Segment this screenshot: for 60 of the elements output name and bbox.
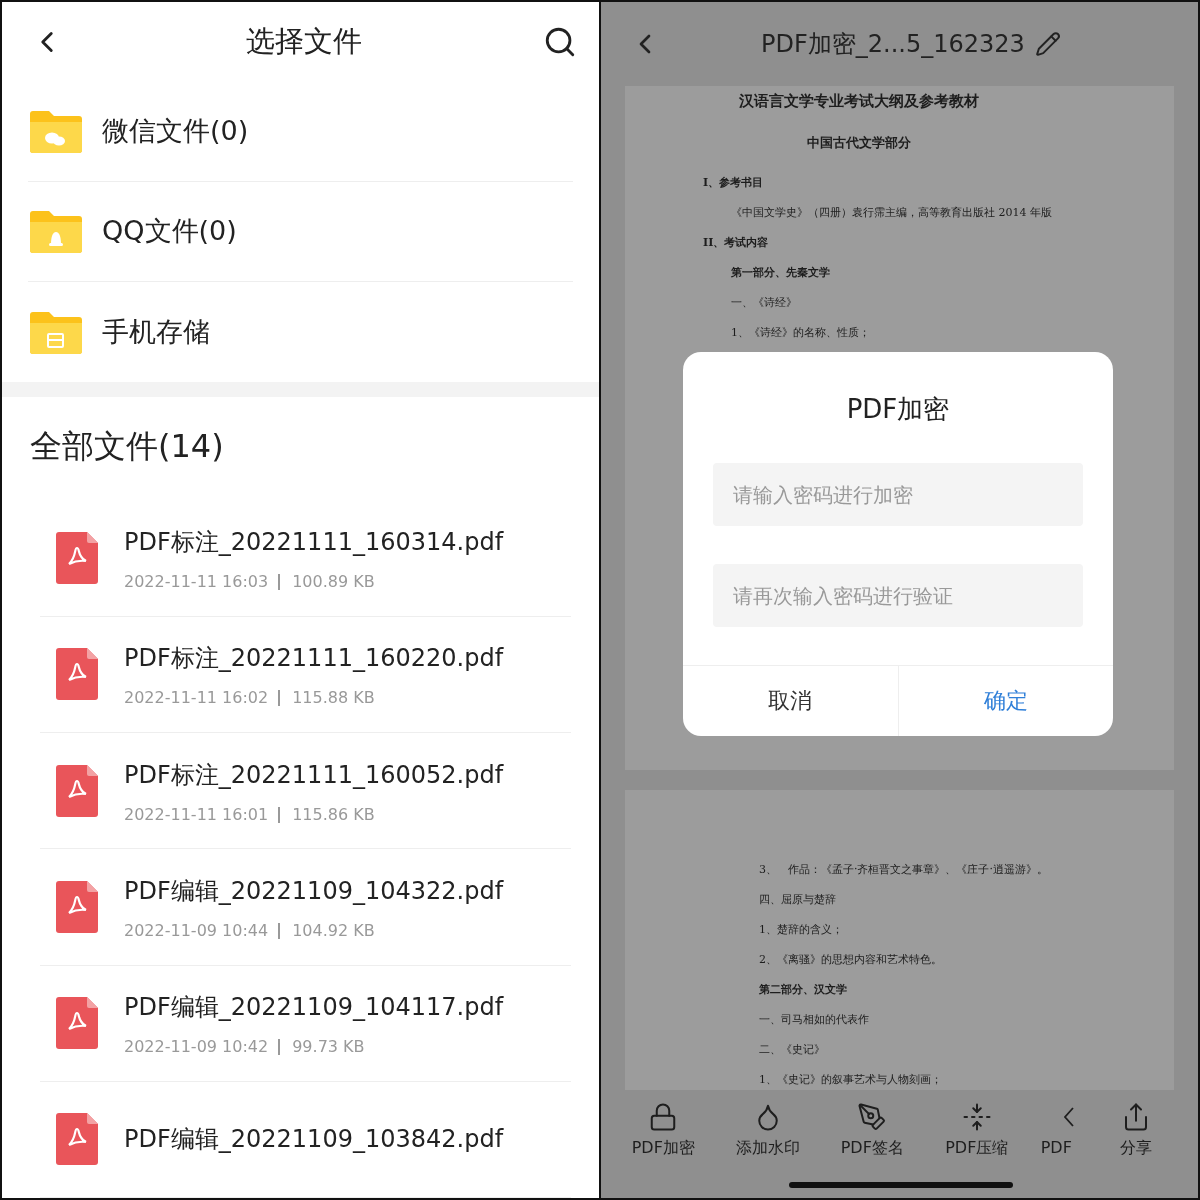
pdf-file-icon — [56, 880, 98, 933]
pen-icon — [857, 1102, 888, 1132]
document-text: 一、司马相如的代表作 — [759, 1012, 869, 1027]
document-text: 第二部分、汉文学 — [759, 982, 847, 997]
file-size: 104.92 KB — [292, 922, 375, 939]
folder-icon — [28, 208, 84, 255]
folder-item[interactable]: 微信文件(0) — [102, 112, 249, 149]
document-title: PDF加密_2...5_162323 — [761, 29, 1025, 60]
document-text: 中国古代文学部分 — [806, 134, 911, 152]
dialog-title: PDF加密 — [846, 393, 950, 426]
pdf-file-icon — [56, 997, 98, 1050]
file-date: 2022-11-11 16:03 — [124, 574, 281, 591]
document-text: 2、《离骚》的思想内容和艺术特色。 — [759, 952, 942, 967]
document-text: 四、屈原与楚辞 — [759, 892, 836, 907]
pdf-file-icon — [56, 648, 98, 701]
file-date: 2022-11-09 10:42 — [124, 1039, 281, 1056]
file-name[interactable]: PDF编辑_20221109_104322.pdf — [124, 874, 504, 907]
document-text: 1、楚辞的含义； — [759, 922, 843, 937]
file-name[interactable]: PDF标注_20221111_160220.pdf — [124, 642, 504, 675]
document-text: I、参考书目 — [703, 175, 764, 190]
file-size: 100.89 KB — [292, 574, 375, 591]
file-size: 115.86 KB — [292, 806, 375, 823]
toolbar-button[interactable]: 分享 — [1090, 1102, 1181, 1198]
confirm-button[interactable]: 确定 — [897, 666, 1113, 736]
pdf-file-icon — [56, 764, 98, 817]
file-date: 2022-11-11 16:01 — [124, 806, 281, 823]
folder-item[interactable]: QQ文件(0) — [102, 213, 237, 250]
file-name[interactable]: PDF编辑_20221109_104117.pdf — [124, 991, 504, 1024]
document-text: 《中国文学史》（四册）袁行霈主编，高等教育出版社 2014 年版 — [731, 205, 1052, 220]
compress-icon — [961, 1102, 992, 1132]
toolbar-button[interactable]: PDF压缩 — [931, 1102, 1022, 1198]
file-name[interactable]: PDF编辑_20221109_103842.pdf — [124, 1123, 504, 1156]
document-text: 1、《史记》的叙事艺术与人物刻画； — [759, 1072, 942, 1087]
section-title: 全部文件(14) — [29, 425, 225, 467]
toolbar-button[interactable]: 添加水印 — [722, 1102, 813, 1198]
pdf-file-icon — [56, 532, 98, 585]
password-field[interactable]: 请输入密码进行加密 — [713, 463, 1083, 527]
edit-icon[interactable] — [1034, 31, 1061, 57]
chevron-icon — [1064, 1107, 1075, 1127]
toolbar-button[interactable]: PDF签名 — [827, 1102, 918, 1198]
password-field[interactable]: 请再次输入密码进行验证 — [713, 564, 1083, 628]
file-date: 2022-11-09 10:44 — [124, 922, 281, 939]
toolbar-button[interactable]: PDF — [1036, 1102, 1077, 1198]
file-name[interactable]: PDF标注_20221111_160314.pdf — [124, 526, 504, 559]
file-size: 115.88 KB — [292, 690, 375, 707]
document-text: II、考试内容 — [703, 235, 769, 250]
page-title: 选择文件 — [245, 22, 362, 60]
cancel-button[interactable]: 取消 — [683, 666, 898, 736]
document-text: 一、《诗经》 — [731, 295, 797, 310]
file-date: 2022-11-11 16:02 — [124, 690, 281, 707]
folder-item[interactable]: 手机存储 — [102, 313, 210, 350]
document-text: 二、《史记》 — [759, 1042, 825, 1057]
document-text: 3、 作品：《孟子·齐桓晋文之事章》、《庄子·逍遥游》。 — [759, 862, 1048, 877]
document-text: 汉语言文学专业考试大纲及参考教材 — [738, 92, 979, 111]
document-text: 第一部分、先秦文学 — [731, 265, 830, 280]
file-size: 99.73 KB — [292, 1039, 365, 1056]
file-name[interactable]: PDF标注_20221111_160052.pdf — [124, 758, 504, 791]
toolbar-button[interactable]: PDF加密 — [618, 1102, 709, 1198]
pdf-file-icon — [56, 1113, 98, 1166]
document-text: 1、《诗经》的名称、性质； — [731, 325, 870, 340]
